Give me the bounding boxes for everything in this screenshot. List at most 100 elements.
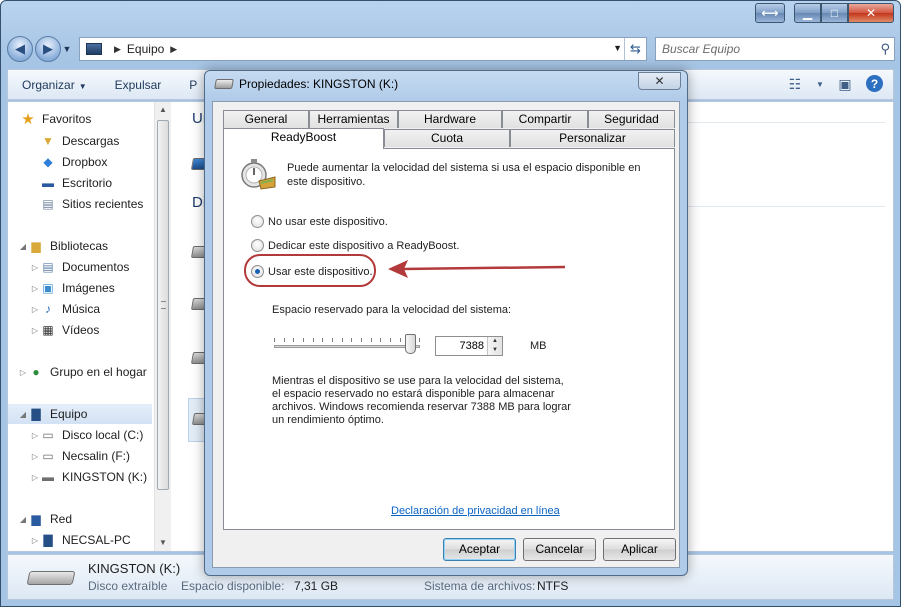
nav-item-dropbox[interactable]: ◆ Dropbox (40, 152, 107, 172)
nav-item-desktop[interactable]: ▬ Escritorio (40, 173, 112, 193)
nav-item-documents[interactable]: ▷ ▤ Documentos (30, 257, 129, 277)
close-button[interactable]: ✕ (848, 3, 894, 23)
reserve-slider-track[interactable] (274, 345, 420, 348)
maximize-button[interactable]: □ (821, 3, 848, 23)
reserve-space-label: Espacio reservado para la velocidad del … (272, 304, 512, 316)
forward-button[interactable]: ▶ (35, 36, 61, 62)
nav-item-disk-f[interactable]: ▷ ▭ Necsalin (F:) (30, 446, 130, 466)
expand-arrow-icon[interactable]: ▷ (30, 305, 40, 314)
tab-customize[interactable]: Personalizar (510, 129, 675, 147)
apply-button[interactable]: Aplicar (603, 538, 676, 561)
expand-arrow-icon[interactable]: ▷ (30, 431, 40, 440)
option-dedicate[interactable]: Dedicar este dispositivo a ReadyBoost. (251, 239, 459, 252)
nav-item-music[interactable]: ▷ ♪ Música (30, 299, 100, 319)
nav-label: Descargas (62, 134, 120, 148)
nav-item-recent[interactable]: ▤ Sitios recientes (40, 194, 143, 214)
maximize-icon: □ (830, 6, 839, 20)
nav-item-disk-k[interactable]: ▷ ▬ KINGSTON (K:) (30, 467, 147, 487)
preview-pane-icon[interactable]: ▣ (836, 74, 854, 94)
nav-label: Equipo (50, 407, 88, 421)
view-dropdown-icon[interactable]: ▼ (816, 74, 824, 94)
spin-up-icon[interactable]: ▲ (488, 337, 502, 346)
organize-button[interactable]: Organizar ▼ (22, 78, 87, 92)
help-icon[interactable]: ? (866, 75, 883, 92)
back-button[interactable]: ◀ (7, 36, 33, 62)
nav-item-computer[interactable]: ◢ ▇ Equipo (8, 404, 152, 424)
nav-label: Escritorio (62, 176, 113, 190)
cancel-button[interactable]: Cancelar (523, 538, 596, 561)
expand-arrow-icon[interactable]: ▷ (30, 452, 40, 461)
breadcrumb-computer[interactable]: Equipo (127, 42, 164, 56)
tab-general[interactable]: General (223, 110, 309, 128)
nav-item-homegroup[interactable]: ▷ ● Grupo en el hogar (20, 362, 147, 382)
reserve-spinbox[interactable]: ▲▼ (435, 336, 503, 356)
nav-item-libraries[interactable]: ◢ ▆ Bibliotecas (20, 236, 108, 256)
nav-pane-scrollbar[interactable]: ▲ ▼ (154, 102, 171, 551)
nav-item-videos[interactable]: ▷ ▦ Vídeos (30, 320, 99, 340)
minimize-button[interactable]: ▁ (794, 3, 821, 23)
reserve-value-input[interactable] (436, 337, 486, 355)
nav-item-network[interactable]: ◢ ▆ Red (20, 509, 72, 529)
nav-label: Bibliotecas (50, 239, 109, 253)
breadcrumb-chevron-icon[interactable]: ▶ (114, 44, 121, 55)
radio-button[interactable] (251, 239, 264, 252)
spin-arrows[interactable]: ▲ ▼ (487, 337, 502, 355)
search-input[interactable]: Buscar Equipo ⚲ (655, 37, 895, 61)
tab-tools[interactable]: Herramientas (309, 110, 398, 128)
nav-item-favorites[interactable]: ★ Favoritos (20, 109, 91, 129)
option-do-not-use[interactable]: No usar este dispositivo. (251, 215, 388, 228)
change-view-icon[interactable]: ☷ (786, 74, 804, 94)
expand-arrow-icon[interactable]: ▷ (30, 536, 40, 545)
expand-arrow-icon[interactable]: ▷ (30, 263, 40, 272)
nav-label: Disco local (C:) (62, 428, 144, 442)
resize-toggle-button[interactable]: ⟷ (755, 3, 785, 23)
properties-button-partial[interactable]: P (189, 78, 197, 92)
pc-icon: ▇ (43, 533, 53, 547)
expand-arrow-icon[interactable]: ▷ (30, 284, 40, 293)
refresh-button[interactable]: ⇆ (624, 38, 646, 60)
expand-arrow-icon[interactable]: ▷ (18, 368, 28, 377)
usb-drive-icon (214, 79, 234, 89)
star-icon: ★ (21, 111, 35, 128)
tab-security[interactable]: Seguridad (588, 110, 675, 128)
nav-label: Red (50, 512, 73, 526)
expand-arrow-icon[interactable]: ▷ (30, 473, 40, 482)
scroll-down-icon[interactable]: ▼ (155, 535, 171, 551)
eject-button[interactable]: Expulsar (115, 78, 162, 92)
tab-quota[interactable]: Cuota (384, 129, 510, 147)
nav-label: Vídeos (62, 323, 100, 337)
expand-arrow-icon[interactable]: ▷ (30, 326, 40, 335)
tab-sharing[interactable]: Compartir (502, 110, 588, 128)
slider-tick (293, 338, 294, 342)
expand-arrow-icon[interactable]: ◢ (18, 242, 28, 251)
tab-hardware[interactable]: Hardware (398, 110, 502, 128)
dialog-close-button[interactable]: ✕ (638, 72, 681, 90)
ok-button[interactable]: Aceptar (443, 538, 516, 561)
search-placeholder: Buscar Equipo (662, 42, 741, 56)
slider-tick (313, 338, 314, 342)
radio-button[interactable] (251, 215, 264, 228)
annotation-arrow (388, 260, 566, 278)
usb-drive-icon: ▬ (42, 470, 54, 484)
nav-item-images[interactable]: ▷ ▣ Imágenes (30, 278, 115, 298)
scroll-up-icon[interactable]: ▲ (155, 102, 171, 118)
history-dropdown[interactable]: ▼ (61, 44, 73, 54)
search-icon[interactable]: ⚲ (880, 41, 890, 57)
swap-arrows-icon: ⟷ (761, 6, 779, 20)
breadcrumb-chevron-icon[interactable]: ▶ (170, 44, 177, 55)
expand-arrow-icon[interactable]: ◢ (18, 410, 28, 419)
nav-item-downloads[interactable]: ▼ Descargas (40, 131, 119, 151)
expand-arrow-icon[interactable]: ◢ (18, 515, 28, 524)
reserve-slider-thumb[interactable] (405, 334, 416, 354)
tab-readyboost[interactable]: ReadyBoost (223, 128, 384, 149)
nav-item-disk-c[interactable]: ▷ ▭ Disco local (C:) (30, 425, 143, 445)
nav-label: Dropbox (62, 155, 108, 169)
address-dropdown-icon[interactable]: ▼ (613, 43, 622, 53)
address-bar[interactable]: ▶ Equipo ▶ ▼ ⇆ (79, 37, 647, 61)
downloads-folder-icon: ▼ (42, 134, 54, 148)
scroll-thumb[interactable] (157, 120, 169, 490)
spin-down-icon[interactable]: ▼ (488, 346, 502, 355)
privacy-statement-link[interactable]: Declaración de privacidad en línea (391, 505, 560, 517)
nav-item-pc[interactable]: ▷ ▇ NECSAL-PC (30, 530, 131, 550)
close-icon: ✕ (865, 6, 877, 20)
